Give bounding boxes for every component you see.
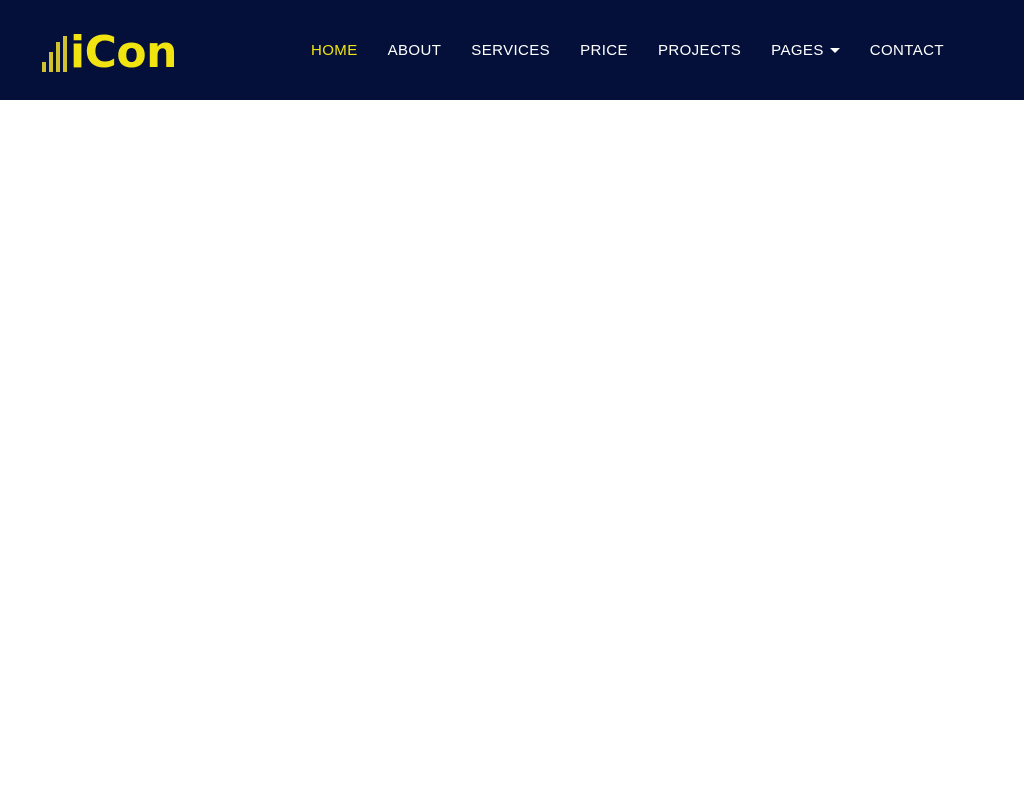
logo-bar-4	[63, 36, 67, 72]
brand-logo[interactable]: iCon	[42, 26, 177, 79]
caret-down-icon[interactable]	[829, 47, 840, 53]
nav-link-contact[interactable]: CONTACT	[855, 32, 959, 69]
nav-item-services: SERVICES	[456, 32, 565, 69]
site-header: iCon HOME ABOUT SERVICES PRICE PROJECTS …	[0, 0, 1024, 100]
nav-item-price: PRICE	[565, 32, 643, 69]
equalizer-bars-icon	[42, 36, 67, 74]
nav-label-about: ABOUT	[387, 41, 442, 59]
nav-label-pages: PAGES	[771, 41, 824, 59]
nav-label-services: SERVICES	[471, 41, 551, 59]
nav-link-home[interactable]: HOME	[296, 32, 373, 69]
nav-label-home: HOME	[311, 41, 358, 59]
nav-link-services[interactable]: SERVICES	[456, 32, 565, 69]
nav-item-contact: CONTACT	[855, 32, 959, 69]
nav-link-projects[interactable]: PROJECTS	[643, 32, 756, 69]
nav-item-home: HOME	[296, 32, 373, 69]
nav-list: HOME ABOUT SERVICES PRICE PROJECTS PAGES…	[296, 32, 959, 69]
nav-item-projects: PROJECTS	[643, 32, 756, 69]
nav-label-price: PRICE	[580, 41, 628, 59]
logo-bar-1	[42, 62, 46, 72]
nav-link-price[interactable]: PRICE	[565, 32, 643, 69]
nav-item-about: ABOUT	[373, 32, 457, 69]
nav-label-projects: PROJECTS	[657, 41, 742, 59]
nav-label-contact: CONTACT	[869, 41, 944, 59]
logo-bar-3	[56, 42, 60, 72]
nav-item-pages: PAGES	[756, 32, 855, 69]
brand-name: iCon	[70, 27, 177, 79]
nav-link-about[interactable]: ABOUT	[373, 32, 457, 69]
page-body	[0, 100, 1024, 800]
logo-bar-2	[49, 52, 53, 72]
main-navigation: HOME ABOUT SERVICES PRICE PROJECTS PAGES…	[296, 0, 959, 100]
nav-link-pages[interactable]: PAGES	[756, 32, 855, 69]
